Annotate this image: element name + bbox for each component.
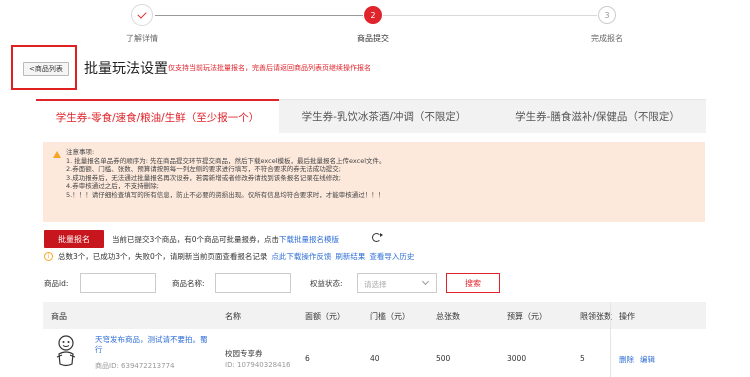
total-cell: 500: [436, 354, 451, 363]
page-title: 批量玩法设置: [84, 61, 168, 77]
tab-snacks[interactable]: 学生券-零食/速食/粮油/生鲜（至少报一个）: [36, 99, 279, 133]
status-select[interactable]: 请选择: [357, 273, 437, 293]
progress-stepper: 2 3 了解详情 商品提交 完成报名: [0, 0, 750, 50]
batch-register-button[interactable]: 批量报名: [44, 230, 104, 248]
tab-supplements[interactable]: 学生券-膳食滋补/保健品（不限定）: [489, 100, 706, 133]
table-header: 商品 名称 面额（元） 门槛（元） 总张数 预算（元） 限领张数 操作: [43, 302, 706, 329]
refresh-icon[interactable]: [372, 233, 383, 242]
download-template-link[interactable]: 下载批量报名模版: [279, 235, 339, 244]
notice-line: 3.成功报券后，无法通过批量报名再次设券，若需新增或者修改券请找到该条报名记录在…: [66, 173, 341, 182]
table-row: 天穹发布商品，测试请不要拍。蜀行 商品ID: 639472213774 校园专享…: [43, 329, 706, 377]
info-icon: i: [44, 252, 53, 261]
notice-panel: 注意事项: 1. 批量报名单品券的顺序为: 先在商品提交环节提交商品，然后下载e…: [43, 142, 705, 222]
product-id-input[interactable]: [80, 273, 156, 293]
col-limit: 限领张数: [580, 312, 612, 321]
col-face-value: 面额（元）: [305, 312, 345, 321]
col-total: 总张数: [436, 312, 460, 321]
import-summary: i 总数3个，已成功3个，失败0个，请刷新当前页面查看报名记录 点此下载操作反馈…: [44, 251, 414, 262]
col-threshold: 门槛（元）: [370, 312, 410, 321]
coupon-name: 校园专享券: [225, 349, 263, 358]
refresh-result-link[interactable]: 刷新结果: [335, 251, 365, 262]
product-name-label: 商品名称:: [172, 279, 205, 288]
notice-line: 4.券审核通过之后，不支持删除;: [66, 182, 159, 190]
submitted-status: 当前已提交3个商品，有0个商品可批量报券，点击下载批量报名模版: [112, 234, 339, 245]
edit-link[interactable]: 编辑: [640, 354, 655, 365]
limit-cell: 5: [580, 354, 585, 363]
step-connector: [155, 15, 363, 16]
search-button[interactable]: 搜索: [446, 273, 500, 293]
status-placeholder: 请选择: [364, 280, 387, 289]
notice-title: 注意事项:: [66, 148, 95, 156]
col-name: 名称: [225, 312, 241, 321]
coupon-id: ID: 107940328416: [225, 361, 291, 369]
download-feedback-link[interactable]: 点此下载操作反馈: [271, 251, 331, 262]
submitted-text: 当前已提交3个商品，有0个商品可批量报券，点击: [112, 235, 280, 244]
tab-drinks[interactable]: 学生券-乳饮冰茶酒/冲调（不限定）: [279, 100, 489, 133]
chevron-down-icon: [421, 277, 430, 286]
product-thumbnail: [56, 335, 76, 367]
step-2-indicator: 2: [364, 6, 382, 24]
coupon-table: 商品 名称 面额（元） 门槛（元） 总张数 预算（元） 限领张数 操作: [43, 302, 706, 329]
notice-line: 5.！！！请仔细检查填写的所有信息，防止不必要的资损出现。仅所有信息均符合要求时…: [66, 190, 385, 199]
title-hint: 仅支持当前玩法批量报名，完善后请返回商品列表页继续操作报名: [168, 64, 371, 72]
col-operation: 操作: [619, 312, 635, 321]
warning-icon: [53, 151, 61, 158]
step-3-indicator: 3: [598, 6, 616, 24]
summary-text: 总数3个，已成功3个，失败0个，请刷新当前页面查看报名记录: [58, 252, 268, 261]
notice-line: 2.券面额、门槛、张数、预算请按照每一列左侧的要求进行填写，不符合要求的券无法成…: [66, 165, 341, 173]
step-connector: [383, 15, 597, 16]
column-divider: [610, 302, 611, 329]
threshold-cell: 40: [370, 354, 380, 363]
budget-cell: 3000: [507, 354, 527, 363]
product-name-input[interactable]: [215, 273, 291, 293]
step-3-label: 完成报名: [591, 34, 623, 43]
product-id-label: 商品id:: [44, 279, 69, 288]
product-id: 商品ID: 639472213774: [95, 362, 175, 370]
status-label: 权益状态:: [310, 279, 343, 288]
step-1-label: 了解详情: [126, 34, 158, 43]
step-1-check-icon: [131, 4, 153, 26]
col-budget: 预算（元）: [507, 312, 547, 321]
back-to-product-list-button[interactable]: <商品列表: [23, 62, 69, 76]
col-product: 商品: [51, 312, 67, 321]
notice-line: 1. 批量报名单品券的顺序为: 先在商品提交环节提交商品，然后下载excel模板…: [66, 156, 386, 165]
import-history-link[interactable]: 查看导入历史: [369, 251, 414, 262]
coupon-tabs: 学生券-零食/速食/粮油/生鲜（至少报一个） 学生券-乳饮冰茶酒/冲调（不限定）…: [36, 99, 706, 133]
step-2-label: 商品提交: [357, 34, 389, 43]
face-value-cell: 6: [305, 354, 310, 363]
product-name-link[interactable]: 天穹发布商品，测试请不要拍。蜀行: [95, 335, 213, 355]
column-divider: [610, 329, 611, 377]
delete-link[interactable]: 删除: [619, 354, 634, 365]
